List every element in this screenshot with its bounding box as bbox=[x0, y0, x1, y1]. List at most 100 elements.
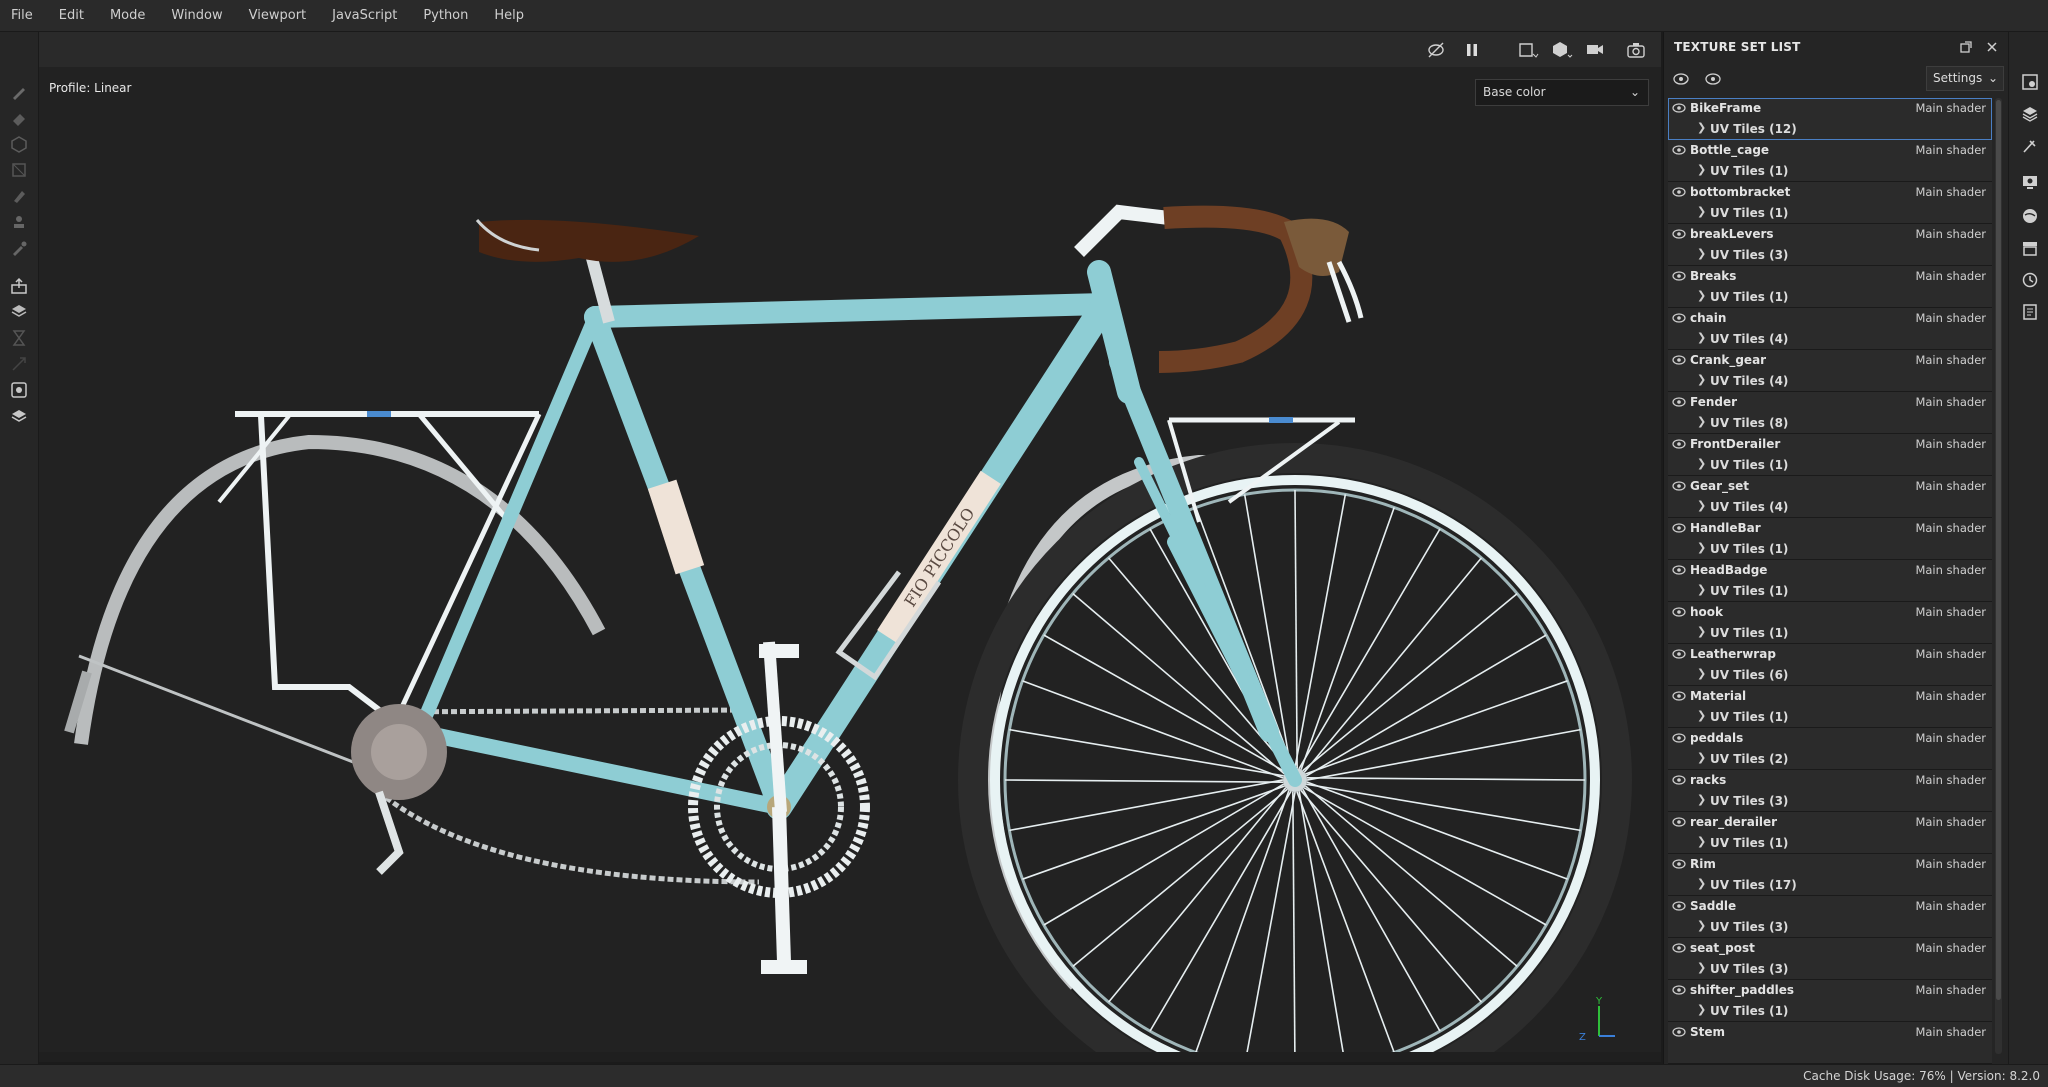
eye-icon[interactable] bbox=[1672, 354, 1686, 366]
uv-tiles-row[interactable]: ❯ UV Tiles (4) bbox=[1668, 371, 1992, 391]
texture-set-item[interactable]: shifter_paddles Main shader ❯ UV Tiles (1) bbox=[1668, 980, 1992, 1022]
uv-tiles-row[interactable]: ❯ UV Tiles (1) bbox=[1668, 707, 1992, 727]
texture-set-item[interactable]: Rim Main shader ❯ UV Tiles (17) bbox=[1668, 854, 1992, 896]
shader-dropdown[interactable]: Main shader bbox=[1915, 143, 1986, 157]
shader-dropdown[interactable]: Main shader bbox=[1915, 227, 1986, 241]
shader-dropdown[interactable]: Main shader bbox=[1915, 983, 1986, 997]
shader-dropdown[interactable]: Main shader bbox=[1915, 353, 1986, 367]
texture-set-header[interactable]: HeadBadge Main shader bbox=[1668, 560, 1992, 581]
viewport-3d[interactable]: Profile: Linear Base color ⌄ FIO PICCOLO… bbox=[39, 32, 1661, 1062]
texture-set-header[interactable]: chain Main shader bbox=[1668, 308, 1992, 329]
chevron-right-icon[interactable]: ❯ bbox=[1697, 541, 1706, 554]
texture-set-settings-icon[interactable] bbox=[2020, 72, 2040, 92]
uv-tiles-row[interactable]: ❯ UV Tiles (1) bbox=[1668, 455, 1992, 475]
eye-icon[interactable] bbox=[1672, 1026, 1686, 1038]
texture-set-item[interactable]: Stem Main shader bbox=[1668, 1022, 1992, 1064]
texture-set-header[interactable]: FrontDerailer Main shader bbox=[1668, 434, 1992, 455]
eye-icon[interactable] bbox=[1672, 186, 1686, 198]
texture-set-item[interactable]: rear_derailer Main shader ❯ UV Tiles (1) bbox=[1668, 812, 1992, 854]
eye-icon[interactable] bbox=[1672, 900, 1686, 912]
properties-brush-icon[interactable] bbox=[2020, 136, 2040, 156]
eye-icon[interactable] bbox=[1672, 984, 1686, 996]
settings-dropdown[interactable]: Settings ⌄ bbox=[1926, 66, 2004, 91]
panel-scrollbar[interactable] bbox=[1995, 98, 2002, 1054]
shader-dropdown[interactable]: Main shader bbox=[1915, 101, 1986, 115]
texture-set-item[interactable]: HeadBadge Main shader ❯ UV Tiles (1) bbox=[1668, 560, 1992, 602]
uv-tiles-row[interactable]: ❯ UV Tiles (1) bbox=[1668, 287, 1992, 307]
texture-set-item[interactable]: Material Main shader ❯ UV Tiles (1) bbox=[1668, 686, 1992, 728]
chevron-right-icon[interactable]: ❯ bbox=[1697, 877, 1706, 890]
chevron-right-icon[interactable]: ❯ bbox=[1697, 163, 1706, 176]
chevron-right-icon[interactable]: ❯ bbox=[1697, 331, 1706, 344]
chevron-right-icon[interactable]: ❯ bbox=[1697, 961, 1706, 974]
texture-set-item[interactable]: HandleBar Main shader ❯ UV Tiles (1) bbox=[1668, 518, 1992, 560]
shader-dropdown[interactable]: Main shader bbox=[1915, 857, 1986, 871]
shader-dropdown[interactable]: Main shader bbox=[1915, 773, 1986, 787]
texture-set-header[interactable]: shifter_paddles Main shader bbox=[1668, 980, 1992, 1001]
eye-icon[interactable] bbox=[1672, 102, 1686, 114]
uv-tiles-row[interactable]: ❯ UV Tiles (6) bbox=[1668, 665, 1992, 685]
scrollbar-thumb[interactable] bbox=[1996, 100, 2001, 1000]
texture-set-item[interactable]: BikeFrame Main shader ❯ UV Tiles (12) bbox=[1668, 98, 1992, 140]
viewport-scrollbar[interactable] bbox=[39, 1052, 1661, 1062]
uv-tiles-row[interactable]: ❯ UV Tiles (4) bbox=[1668, 329, 1992, 349]
texture-set-item[interactable]: racks Main shader ❯ UV Tiles (3) bbox=[1668, 770, 1992, 812]
eye-icon[interactable] bbox=[1672, 522, 1686, 534]
uv-tiles-row[interactable]: ❯ UV Tiles (3) bbox=[1668, 245, 1992, 265]
chevron-right-icon[interactable]: ❯ bbox=[1697, 373, 1706, 386]
eye-icon[interactable] bbox=[1672, 606, 1686, 618]
chevron-right-icon[interactable]: ❯ bbox=[1697, 625, 1706, 638]
chevron-right-icon[interactable]: ❯ bbox=[1697, 457, 1706, 470]
color-picker-icon[interactable] bbox=[9, 238, 29, 258]
texture-set-header[interactable]: Gear_set Main shader bbox=[1668, 476, 1992, 497]
shader-dropdown[interactable]: Main shader bbox=[1915, 1025, 1986, 1039]
shader-dropdown[interactable]: Main shader bbox=[1915, 647, 1986, 661]
shader-dropdown[interactable]: Main shader bbox=[1915, 605, 1986, 619]
texture-set-header[interactable]: Rim Main shader bbox=[1668, 854, 1992, 875]
uv-tiles-row[interactable]: ❯ UV Tiles (1) bbox=[1668, 581, 1992, 601]
chevron-right-icon[interactable]: ❯ bbox=[1697, 835, 1706, 848]
menu-item-file[interactable]: File bbox=[0, 0, 46, 31]
eye-icon[interactable] bbox=[1672, 144, 1686, 156]
chevron-right-icon[interactable]: ❯ bbox=[1697, 751, 1706, 764]
texture-set-item[interactable]: Leatherwrap Main shader ❯ UV Tiles (6) bbox=[1668, 644, 1992, 686]
chevron-right-icon[interactable]: ❯ bbox=[1697, 1003, 1706, 1016]
shader-dropdown[interactable]: Main shader bbox=[1915, 437, 1986, 451]
texture-set-header[interactable]: rear_derailer Main shader bbox=[1668, 812, 1992, 833]
smudge-icon[interactable] bbox=[9, 186, 29, 206]
texture-set-item[interactable]: breakLevers Main shader ❯ UV Tiles (3) bbox=[1668, 224, 1992, 266]
uv-tiles-row[interactable]: ❯ UV Tiles (1) bbox=[1668, 623, 1992, 643]
uv-tiles-row[interactable]: ❯ UV Tiles (8) bbox=[1668, 413, 1992, 433]
texture-set-header[interactable]: Breaks Main shader bbox=[1668, 266, 1992, 287]
history-icon[interactable] bbox=[2020, 270, 2040, 290]
texture-set-header[interactable]: BikeFrame Main shader bbox=[1668, 98, 1992, 119]
chevron-right-icon[interactable]: ❯ bbox=[1697, 121, 1706, 134]
eye-icon[interactable] bbox=[1672, 774, 1686, 786]
eye-icon[interactable] bbox=[1672, 858, 1686, 870]
texture-set-item[interactable]: hook Main shader ❯ UV Tiles (1) bbox=[1668, 602, 1992, 644]
texture-set-header[interactable]: Saddle Main shader bbox=[1668, 896, 1992, 917]
texture-set-header[interactable]: racks Main shader bbox=[1668, 770, 1992, 791]
chevron-right-icon[interactable]: ❯ bbox=[1697, 415, 1706, 428]
texture-set-item[interactable]: Bottle_cage Main shader ❯ UV Tiles (1) bbox=[1668, 140, 1992, 182]
render-icon[interactable] bbox=[9, 380, 29, 400]
texture-set-item[interactable]: FrontDerailer Main shader ❯ UV Tiles (1) bbox=[1668, 434, 1992, 476]
texture-set-item[interactable]: peddals Main shader ❯ UV Tiles (2) bbox=[1668, 728, 1992, 770]
hourglass-icon[interactable] bbox=[9, 328, 29, 348]
projection-icon[interactable] bbox=[9, 134, 29, 154]
texture-set-header[interactable]: Stem Main shader bbox=[1668, 1022, 1992, 1043]
shader-dropdown[interactable]: Main shader bbox=[1915, 941, 1986, 955]
menu-item-mode[interactable]: Mode bbox=[97, 0, 158, 31]
menu-item-help[interactable]: Help bbox=[481, 0, 537, 31]
mesh-icon[interactable] bbox=[9, 406, 29, 426]
eye-icon[interactable] bbox=[1672, 480, 1686, 492]
chevron-right-icon[interactable]: ❯ bbox=[1697, 289, 1706, 302]
shader-dropdown[interactable]: Main shader bbox=[1915, 689, 1986, 703]
texture-set-item[interactable]: chain Main shader ❯ UV Tiles (4) bbox=[1668, 308, 1992, 350]
eye-icon[interactable] bbox=[1672, 648, 1686, 660]
menu-item-javascript[interactable]: JavaScript bbox=[319, 0, 410, 31]
uv-tiles-row[interactable]: ❯ UV Tiles (3) bbox=[1668, 959, 1992, 979]
shader-dropdown[interactable]: Main shader bbox=[1915, 563, 1986, 577]
transform-icon[interactable] bbox=[9, 354, 29, 374]
texture-set-item[interactable]: Saddle Main shader ❯ UV Tiles (3) bbox=[1668, 896, 1992, 938]
